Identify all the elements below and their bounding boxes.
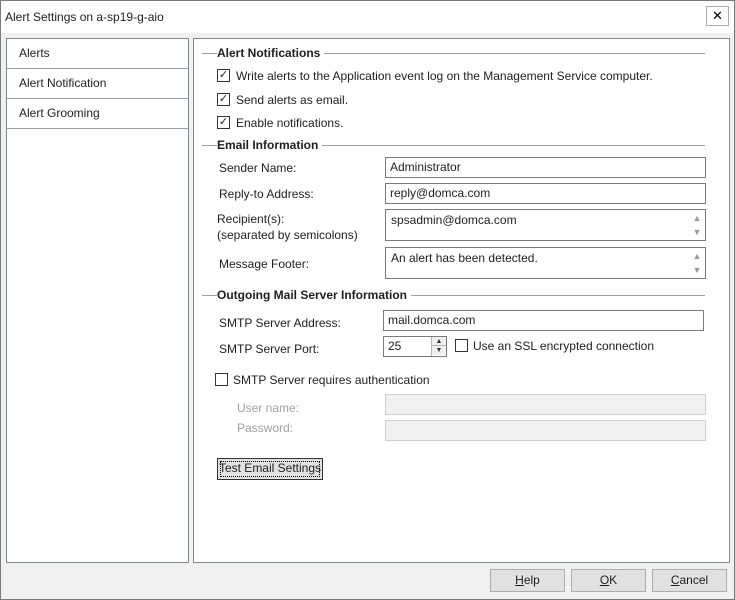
smtp-address-label: SMTP Server Address: bbox=[219, 316, 341, 330]
section-title: Alert Notifications bbox=[217, 46, 325, 60]
title-bar: Alert Settings on a-sp19-g-aio ✕ bbox=[1, 1, 734, 33]
alert-settings-window: Alert Settings on a-sp19-g-aio ✕ Alerts … bbox=[0, 0, 735, 600]
recipients-scrollbar[interactable]: ▲ ▼ bbox=[691, 212, 703, 238]
ok-button[interactable]: OK bbox=[571, 569, 646, 592]
spin-up-icon[interactable]: ▲ bbox=[432, 337, 446, 346]
password-label: Password: bbox=[237, 421, 294, 435]
cancel-label-rest: ancel bbox=[679, 573, 709, 587]
nav-item-alert-notification[interactable]: Alert Notification bbox=[7, 69, 188, 99]
recipients-textarea[interactable]: spsadmin@domca.com ▲ ▼ bbox=[385, 209, 706, 241]
ok-label-rest: K bbox=[609, 573, 618, 587]
scroll-down-icon[interactable]: ▼ bbox=[691, 227, 703, 237]
scroll-down-icon[interactable]: ▼ bbox=[691, 265, 703, 275]
spin-down-icon[interactable]: ▼ bbox=[432, 346, 446, 355]
settings-content: Alert Notifications ✓ Write alerts to th… bbox=[193, 38, 730, 563]
window-title: Alert Settings on a-sp19-g-aio bbox=[5, 10, 164, 24]
ok-mnemonic: O bbox=[599, 573, 610, 587]
message-footer-textarea[interactable]: An alert has been detected. ▲ ▼ bbox=[385, 247, 706, 279]
smtp-address-input[interactable]: mail.domca.com bbox=[383, 310, 704, 331]
message-footer-scrollbar[interactable]: ▲ ▼ bbox=[691, 250, 703, 276]
outgoing-mail-header: Outgoing Mail Server Information bbox=[194, 288, 729, 302]
help-button[interactable]: Help bbox=[490, 569, 565, 592]
recipients-value: spsadmin@domca.com bbox=[391, 213, 517, 227]
nav-item-alerts[interactable]: Alerts bbox=[7, 39, 188, 69]
cancel-button[interactable]: Cancel bbox=[652, 569, 727, 592]
sender-name-input[interactable]: Administrator bbox=[385, 157, 706, 178]
smtp-port-stepper[interactable]: 25 ▲ ▼ bbox=[383, 336, 447, 357]
event-log-label: Write alerts to the Application event lo… bbox=[236, 69, 653, 83]
enable-notifications-label: Enable notifications. bbox=[236, 116, 344, 130]
alert-notifications-header: Alert Notifications bbox=[194, 46, 729, 60]
ssl-label: Use an SSL encrypted connection bbox=[473, 339, 655, 353]
auth-checkbox[interactable] bbox=[215, 373, 228, 386]
smtp-port-value: 25 bbox=[388, 339, 402, 353]
settings-nav: Alerts Alert Notification Alert Grooming bbox=[6, 38, 189, 563]
username-label: User name: bbox=[237, 401, 300, 415]
help-label-rest: elp bbox=[523, 573, 540, 587]
close-icon: ✕ bbox=[712, 8, 723, 23]
help-mnemonic: H bbox=[515, 573, 524, 587]
email-information-header: Email Information bbox=[194, 138, 729, 152]
message-footer-label: Message Footer: bbox=[219, 257, 310, 271]
close-button[interactable]: ✕ bbox=[706, 6, 729, 26]
port-spin-buttons: ▲ ▼ bbox=[431, 337, 446, 356]
ssl-checkbox[interactable] bbox=[455, 339, 468, 352]
scroll-up-icon[interactable]: ▲ bbox=[691, 251, 703, 261]
sender-name-label: Sender Name: bbox=[219, 161, 297, 175]
reply-to-input[interactable]: reply@domca.com bbox=[385, 183, 706, 204]
nav-item-alert-grooming[interactable]: Alert Grooming bbox=[7, 99, 188, 129]
auth-label: SMTP Server requires authentication bbox=[233, 373, 430, 387]
message-footer-value: An alert has been detected. bbox=[391, 251, 538, 265]
event-log-checkbox[interactable]: ✓ bbox=[217, 69, 230, 82]
section-title: Outgoing Mail Server Information bbox=[217, 288, 412, 302]
username-input[interactable] bbox=[385, 394, 706, 415]
password-input[interactable] bbox=[385, 420, 706, 441]
smtp-port-label: SMTP Server Port: bbox=[219, 342, 320, 356]
reply-to-label: Reply-to Address: bbox=[219, 187, 314, 201]
enable-notifications-checkbox[interactable]: ✓ bbox=[217, 116, 230, 129]
recipients-hint: (separated by semicolons) bbox=[217, 228, 358, 242]
recipients-label: Recipient(s): bbox=[217, 212, 285, 226]
send-email-label: Send alerts as email. bbox=[236, 93, 349, 107]
scroll-up-icon[interactable]: ▲ bbox=[691, 213, 703, 223]
send-email-checkbox[interactable]: ✓ bbox=[217, 93, 230, 106]
test-email-settings-button[interactable]: Test Email Settings bbox=[217, 458, 323, 480]
section-title: Email Information bbox=[217, 138, 323, 152]
